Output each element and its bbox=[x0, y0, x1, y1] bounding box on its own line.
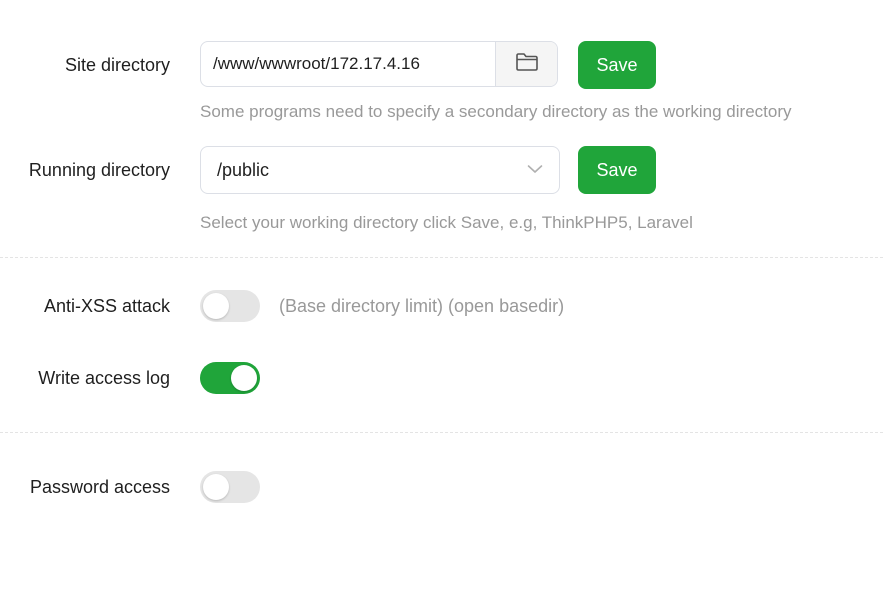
anti-xss-toggle[interactable] bbox=[200, 290, 260, 322]
site-directory-hint: Some programs need to specify a secondar… bbox=[200, 102, 792, 121]
anti-xss-label: Anti-XSS attack bbox=[43, 296, 170, 316]
site-directory-label: Site directory bbox=[64, 55, 170, 75]
section-divider bbox=[0, 432, 883, 433]
password-access-label: Password access bbox=[29, 477, 170, 497]
anti-xss-hint: (Base directory limit) (open basedir) bbox=[279, 296, 565, 316]
access-log-label: Write access log bbox=[38, 368, 170, 388]
site-directory-input-group bbox=[200, 41, 558, 87]
site-directory-save-button[interactable]: Save bbox=[578, 41, 656, 89]
access-log-toggle[interactable] bbox=[200, 362, 260, 394]
toggle-knob bbox=[231, 365, 257, 391]
browse-folder-button[interactable] bbox=[495, 42, 557, 86]
running-directory-selected-value: /public bbox=[217, 159, 270, 180]
running-directory-save-button[interactable]: Save bbox=[578, 146, 656, 194]
folder-icon bbox=[515, 52, 539, 77]
running-directory-label: Running directory bbox=[28, 160, 170, 180]
section-divider bbox=[0, 257, 883, 258]
site-directory-input[interactable] bbox=[201, 42, 495, 86]
chevron-down-icon bbox=[527, 161, 543, 179]
running-directory-hint: Select your working directory click Save… bbox=[200, 213, 693, 232]
toggle-knob bbox=[203, 474, 229, 500]
password-access-toggle[interactable] bbox=[200, 471, 260, 503]
running-directory-select[interactable]: /public bbox=[200, 146, 560, 194]
toggle-knob bbox=[203, 293, 229, 319]
